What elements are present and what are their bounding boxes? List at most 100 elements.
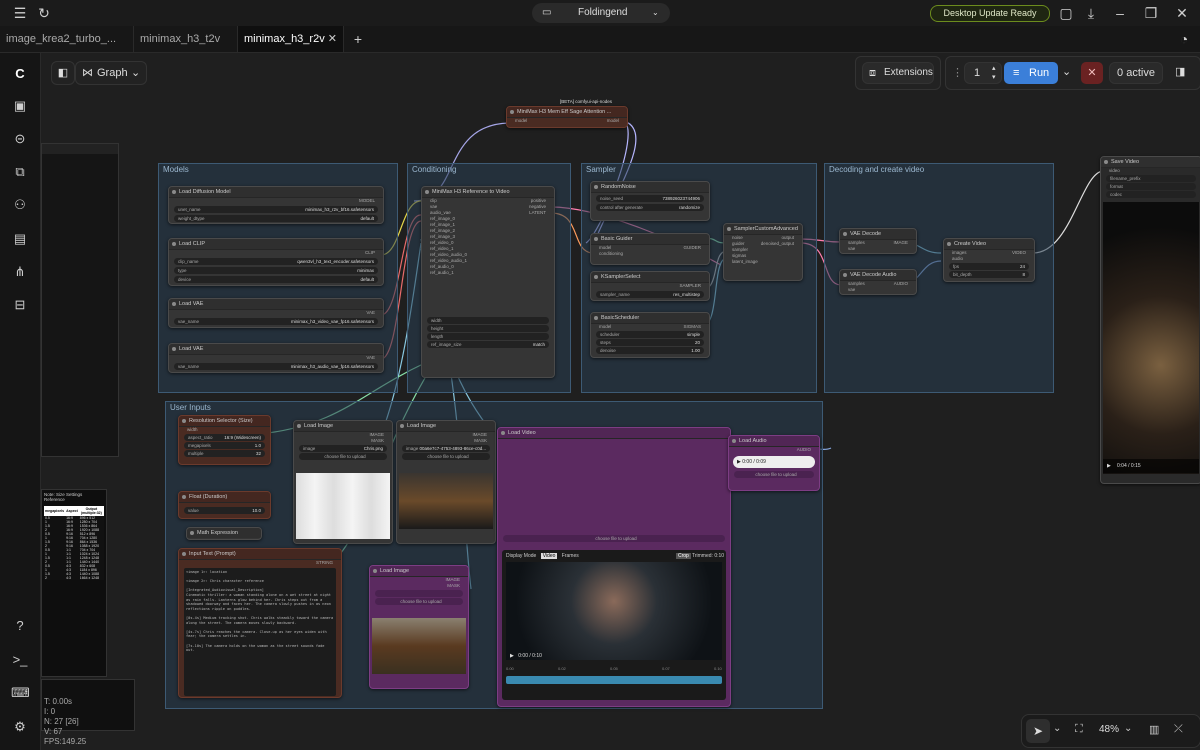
tab-image-krea2[interactable]: image_krea2_turbo_... (0, 26, 134, 52)
keyboard-icon[interactable]: ⌨ (11, 684, 30, 702)
megapixels-widget[interactable]: megapixels 1.0 (184, 442, 265, 449)
basic-guider-node[interactable]: Basic Guider model GUIDER conditioning (590, 233, 710, 265)
audio-vae-name-widget[interactable]: vae_name minimax_h3_audio_vae_fp16.safete… (174, 363, 378, 370)
prompt-text-node[interactable]: Input Text (Prompt) STRING <image 1>: lo… (178, 548, 342, 698)
video-preview[interactable] (506, 562, 722, 660)
save-video-node[interactable]: Save Video video filename_prefix format … (1100, 156, 1200, 484)
sampler-custom-advanced-node[interactable]: SamplerCustomAdvanced noise output guider d… (723, 223, 803, 281)
close-tab-icon[interactable]: ✕ (328, 26, 337, 52)
load-image-node-2[interactable]: Load Image IMAGE MASK image 00a6e7c7-4753… (396, 420, 496, 544)
ksampler-select-node[interactable]: KSamplerSelect SAMPLER sampler_name res_m… (590, 271, 710, 301)
reference-to-video-node[interactable]: MiniMax H3 Reference to Video clip positi… (421, 186, 555, 378)
tab-minimax-r2v[interactable]: minimax_h3_r2v ✕ (238, 26, 344, 52)
link-visibility-icon[interactable]: ⤫ (1174, 723, 1183, 736)
download-icon[interactable]: ⤓ (1083, 5, 1099, 21)
fps-widget[interactable]: fps 24 (949, 263, 1029, 270)
clip-name-widget[interactable]: clip_name qwen3vl_h3_text_encoder.safeten… (174, 258, 378, 265)
load-diffusion-model-node[interactable]: Load Diffusion Model MODEL unet_name mini… (168, 186, 384, 224)
new-tab-icon[interactable]: + (350, 31, 366, 47)
aspect-ratio-widget[interactable]: aspect_ratio 16:9 (Widescreen) (184, 434, 265, 441)
load-image-node-3[interactable]: Load Image IMAGE MASK choose file to upl… (369, 565, 469, 689)
close-window-icon[interactable]: ✕ (1174, 5, 1190, 21)
basic-scheduler-node[interactable]: BasicScheduler model SIGMAS scheduler simp… (590, 312, 710, 358)
upload-button[interactable]: choose file to upload (734, 471, 814, 478)
denoise-widget[interactable]: denoise 1.00 (596, 347, 704, 354)
user-icon[interactable]: ◔ (1176, 31, 1192, 47)
graph-canvas[interactable]: ◧ ⋈ Graph ⌄ ⧈ Extensions ⋮⋮ 1 ▴ ▾ ≡ Run ⌄… (41, 53, 1200, 750)
workspace-selector[interactable]: ▭ Foldingend ⌄ (532, 3, 670, 23)
trim-range-slider[interactable] (506, 676, 722, 684)
load-audio-node[interactable]: Load Audio AUDIO ▶ 0:00 / 0:09 choose fi… (728, 435, 820, 491)
restore-icon[interactable]: ❐ (1143, 5, 1159, 21)
ref-widget-length[interactable]: length (427, 333, 549, 340)
zoom-level[interactable]: 48% (1099, 724, 1119, 735)
resolution-selector-node[interactable]: Resolution Selector (Size) width aspect_… (178, 415, 271, 465)
crop-button[interactable]: Crop (676, 553, 691, 559)
steps-widget[interactable]: steps 20 (596, 339, 704, 346)
upload-button[interactable]: choose file to upload (375, 598, 463, 605)
create-video-node[interactable]: Create Video images VIDEO audio fps 24 bit… (943, 238, 1035, 282)
duration-value-widget[interactable]: value 10.0 (184, 507, 265, 514)
terminal-icon[interactable]: >_ (11, 651, 29, 669)
comfy-logo-icon[interactable]: C (11, 65, 29, 83)
ref-widget-height[interactable]: height (427, 325, 549, 332)
ref-widget-ref_image_size[interactable]: ref_image_size match (427, 341, 549, 348)
play-icon[interactable]: ▶ (737, 459, 741, 465)
sage-attention-node[interactable]: MiniMax H3 Mem Eff Sage Attention ... mo… (506, 106, 628, 128)
tool-chevron-icon[interactable]: ⌄ (1053, 723, 1061, 734)
bit-depth-widget[interactable]: bit_depth 8 (949, 271, 1029, 278)
clip-device-widget[interactable]: device default (174, 276, 378, 283)
filename-prefix-widget[interactable]: filename_prefix (1106, 175, 1196, 182)
upload-button[interactable]: choose file to upload (503, 535, 725, 542)
upload-button[interactable]: choose file to upload (299, 453, 387, 460)
display-mode-video-option[interactable]: Video (540, 553, 558, 559)
float-duration-node[interactable]: Float (Duration) value 10.0 (178, 491, 271, 519)
image-select-widget[interactable] (375, 590, 463, 597)
scheduler-widget[interactable]: scheduler simple (596, 331, 704, 338)
fit-view-icon[interactable]: ⛶ (1075, 723, 1083, 736)
random-noise-node[interactable]: RandomNoise noise_seed 738926023744906 co… (590, 181, 710, 221)
load-image-node-1[interactable]: Load Image IMAGE MASK image Chris.png cho… (293, 420, 393, 544)
zoom-chevron-icon[interactable]: ⌄ (1124, 723, 1132, 734)
vae-decode-audio-node[interactable]: VAE Decode Audio samples AUDIO vae (839, 269, 917, 295)
video-controls[interactable]: 0:04 / 0:15 ▶ (1103, 459, 1199, 473)
sampler-name-widget[interactable]: sampler_name res_multistep (596, 291, 704, 298)
math-expression-node[interactable]: Math Expression (186, 527, 262, 540)
audio-player[interactable]: ▶ 0:00 / 0:09 (733, 456, 815, 468)
image-select-widget[interactable]: image Chris.png (299, 445, 387, 452)
play-icon[interactable]: ▶ (1107, 459, 1111, 473)
tab-minimax-t2v[interactable]: minimax_h3_t2v (134, 26, 238, 52)
templates-icon[interactable]: ▤ (11, 230, 29, 248)
play-icon[interactable]: ▶ (510, 653, 514, 659)
menu-icon[interactable]: ☰ (12, 5, 28, 21)
noise-seed-widget[interactable]: noise_seed 738926023744906 (596, 195, 704, 202)
vae-name-widget[interactable]: vae_name minimax_h3_video_vae_fp16.safete… (174, 318, 378, 325)
image-select-widget[interactable]: image 00a6e7c7-4753-4893-86ce-c0d... (402, 445, 490, 452)
format-widget[interactable]: format (1106, 183, 1196, 190)
load-video-node[interactable]: Load Video choose file to upload Display… (497, 427, 731, 707)
select-tool-icon[interactable]: ➤ (1026, 719, 1050, 743)
workflows-icon[interactable]: ⚇ (11, 196, 29, 214)
help-icon[interactable]: ? (11, 617, 29, 635)
upload-button[interactable]: choose file to upload (402, 453, 490, 460)
unet-name-widget[interactable]: unet_name minimax_h3_r2v_bf16.safetensors (174, 206, 378, 213)
ref-widget-width[interactable]: width (427, 317, 549, 324)
images-icon[interactable]: ▣ (11, 97, 29, 115)
queue-icon[interactable]: ⊟ (11, 296, 29, 314)
tree-icon[interactable]: ⋔ (11, 263, 29, 281)
output-video-preview[interactable] (1103, 202, 1199, 474)
vae-decode-node[interactable]: VAE Decode samples IMAGE vae (839, 228, 917, 254)
model-library-icon[interactable]: ⊝ (11, 130, 29, 148)
update-badge[interactable]: Desktop Update Ready (930, 5, 1050, 22)
codec-widget[interactable]: codec (1106, 191, 1196, 198)
minimize-icon[interactable]: – (1112, 5, 1128, 21)
minimap-icon[interactable]: ▥ (1149, 723, 1159, 736)
control-after-generate-widget[interactable]: control after generate randomize (596, 204, 704, 211)
load-vae-node[interactable]: Load VAE VAE vae_name minimax_h3_video_va… (168, 298, 384, 328)
clip-type-widget[interactable]: type minimax (174, 267, 378, 274)
node-library-icon[interactable]: ⧉ (11, 163, 29, 181)
prompt-textarea[interactable]: <image 1>: location <image 2>: Chris cha… (184, 568, 336, 696)
multiple-widget[interactable]: multiple 32 (184, 450, 265, 457)
chat-icon[interactable]: ▢ (1058, 5, 1074, 21)
video-controls[interactable]: ▶ 0:00 / 0:10 (506, 650, 722, 662)
